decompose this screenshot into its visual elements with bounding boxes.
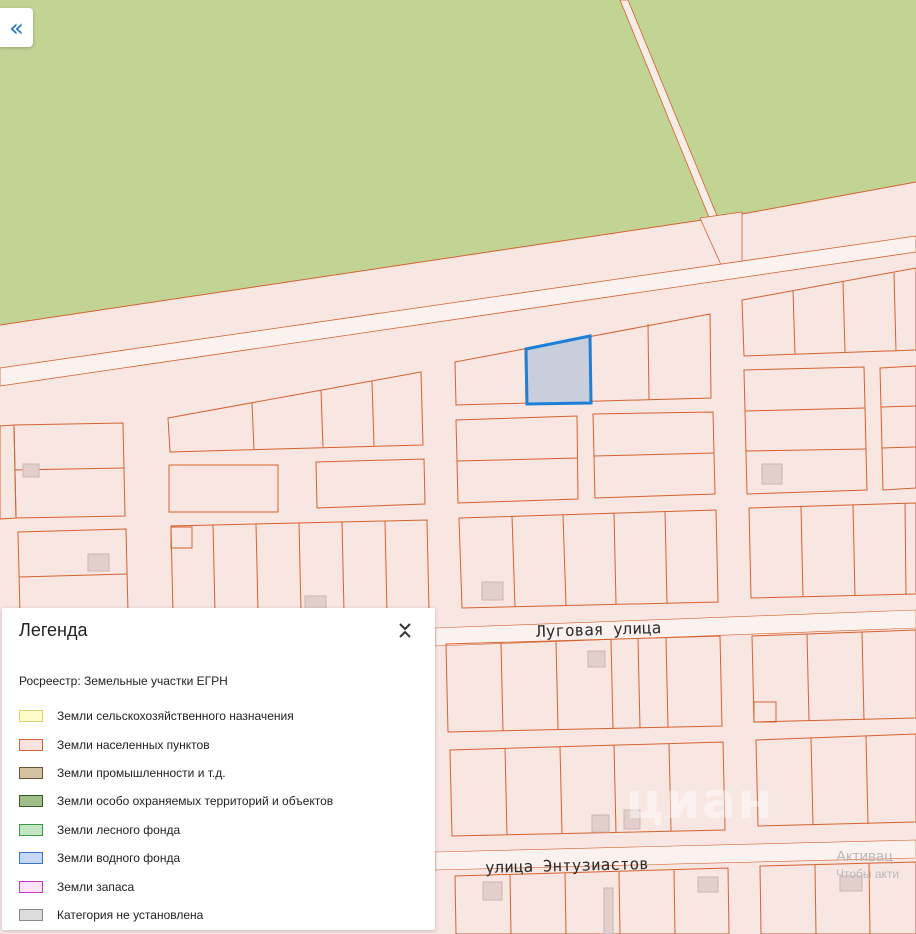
street-label-lugovaya: Луговая улица bbox=[535, 618, 662, 641]
street-label-entuziastov: улица Энтузиастов bbox=[484, 854, 649, 877]
legend-item: Земли запаса bbox=[19, 872, 333, 900]
legend-item: Земли особо охраняемых территорий и объе… bbox=[19, 787, 333, 815]
legend-swatch bbox=[19, 738, 43, 751]
legend-label: Земли промышленности и т.д. bbox=[57, 765, 226, 780]
legend-label: Земли особо охраняемых территорий и объе… bbox=[57, 794, 334, 809]
legend-item: Категория не установлена bbox=[19, 901, 333, 929]
legend-label: Земли водного фонда bbox=[57, 851, 181, 866]
legend-swatch bbox=[19, 766, 43, 779]
legend-label: Земли населенных пунктов bbox=[57, 737, 210, 752]
legend-item: Земли водного фонда bbox=[19, 844, 333, 872]
legend-item: Земли промышленности и т.д. bbox=[19, 759, 333, 787]
legend-item: Земли сельскохозяйственного назначения bbox=[19, 702, 333, 730]
activation-watermark: Активац Чтобы акти bbox=[836, 848, 899, 881]
legend-list: Земли сельскохозяйственного назначения З… bbox=[19, 702, 333, 929]
double-chevron-left-icon: « bbox=[9, 13, 24, 42]
legend-swatch bbox=[19, 795, 43, 808]
cian-logo-watermark: циан bbox=[626, 772, 775, 830]
legend-swatch bbox=[19, 852, 43, 865]
legend-item: Земли лесного фонда bbox=[19, 816, 333, 844]
legend-swatch bbox=[19, 908, 43, 921]
legend-swatch bbox=[19, 710, 43, 723]
legend-label: Земли сельскохозяйственного назначения bbox=[57, 709, 294, 724]
collapse-panel-button[interactable]: « bbox=[0, 8, 33, 47]
selected-parcel[interactable] bbox=[524, 334, 593, 406]
legend-swatch bbox=[19, 880, 43, 893]
legend-label: Земли лесного фонда bbox=[57, 822, 181, 837]
legend-label: Земли запаса bbox=[57, 879, 135, 894]
watermark-line2: Чтобы акти bbox=[836, 867, 900, 881]
legend-label: Категория не установлена bbox=[57, 907, 204, 922]
chevron-collapse-icon[interactable] bbox=[394, 618, 416, 642]
legend-item: Земли населенных пунктов bbox=[19, 730, 333, 758]
legend-swatch bbox=[19, 823, 43, 836]
legend-source: Росреестр: Земельные участки ЕГРН bbox=[19, 674, 228, 688]
legend-title: Легенда bbox=[19, 620, 88, 640]
legend-panel: Легенда Росреестр: Земельные участки ЕГР… bbox=[2, 608, 435, 930]
watermark-line1: Активац bbox=[836, 848, 893, 865]
